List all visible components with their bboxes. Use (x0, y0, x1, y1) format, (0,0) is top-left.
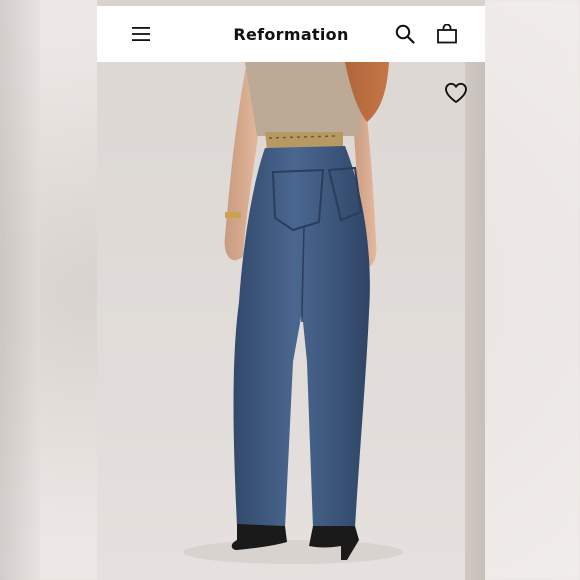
product-image[interactable] (97, 62, 485, 580)
search-button[interactable] (391, 20, 419, 48)
backdrop-edge (0, 0, 40, 580)
mobile-screen: Reformation (97, 0, 485, 580)
menu-button[interactable] (127, 20, 155, 48)
product-photo (183, 62, 403, 564)
header-actions (391, 20, 461, 48)
hamburger-menu-icon (132, 27, 150, 41)
heart-outline-icon (445, 82, 467, 103)
wishlist-button[interactable] (441, 78, 471, 108)
shopping-bag-button[interactable] (433, 20, 461, 48)
search-icon (395, 24, 415, 44)
next-image-peek[interactable] (465, 62, 485, 580)
shopping-bag-icon (437, 24, 457, 44)
top-navigation-bar: Reformation (97, 6, 485, 62)
